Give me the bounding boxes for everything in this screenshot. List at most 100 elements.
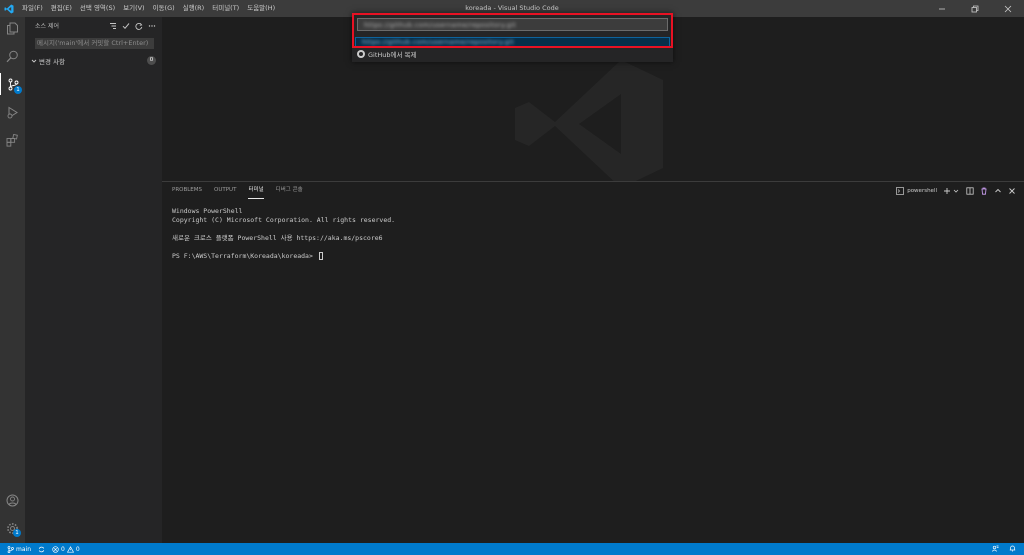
clone-from-github-label: GitHub에서 복제 [368, 51, 417, 59]
feedback-icon [992, 545, 999, 552]
branch-name: main [16, 545, 31, 553]
tab-problems[interactable]: PROBLEMS [172, 182, 202, 199]
github-icon [357, 50, 365, 58]
terminal-output[interactable]: Windows PowerShell Copyright (C) Microso… [172, 207, 395, 261]
manage-button[interactable]: 1 [0, 517, 25, 539]
git-branch-icon [7, 545, 14, 553]
menu-edit[interactable]: 편집(E) [47, 0, 76, 17]
extensions-icon [6, 133, 18, 147]
new-terminal-button[interactable] [943, 186, 951, 195]
vscode-watermark-icon [515, 60, 663, 188]
scm-badge: 1 [14, 86, 22, 94]
problems-indicator[interactable]: 0 0 [52, 546, 80, 553]
bell-icon [1009, 545, 1016, 551]
source-control-sidebar: 소스 제어 메시지('main'에서 커밋할 Ctrl+Enter) 변경 사항… [25, 17, 162, 543]
changes-group[interactable]: 변경 사항 0 [25, 55, 162, 66]
split-icon [966, 186, 974, 195]
warning-icon [66, 545, 74, 553]
search-icon [6, 50, 18, 62]
explorer-button[interactable] [0, 17, 25, 39]
vscode-logo-icon [0, 0, 18, 17]
plus-icon [944, 187, 950, 194]
search-button[interactable] [0, 45, 25, 67]
status-bar: main 0 0 [0, 543, 1024, 555]
repository-url-input[interactable]: https://github.com/username/repository.g… [357, 18, 668, 31]
chevron-up-icon [995, 188, 1001, 192]
terminal-line: Copyright (C) Microsoft Corporation. All… [172, 216, 396, 224]
activity-bar: 1 1 [0, 17, 25, 543]
clone-url-option-label: https://github.com/username/repository.g… [362, 38, 515, 46]
terminal-name: powershell [907, 187, 937, 194]
close-panel-button[interactable] [1008, 186, 1016, 195]
sidebar-title: 소스 제어 [35, 23, 59, 30]
list-tree-icon [110, 22, 116, 29]
chevron-down-icon [953, 189, 959, 193]
sidebar-actions [109, 17, 156, 34]
close-icon [1004, 5, 1011, 12]
minimize-button[interactable] [925, 0, 958, 17]
close-window-button[interactable] [991, 0, 1024, 17]
chevron-down-icon [29, 58, 39, 64]
restore-button[interactable] [958, 0, 991, 17]
menu-run[interactable]: 실행(R) [179, 0, 209, 17]
refresh-button[interactable] [135, 22, 143, 30]
menu-terminal[interactable]: 터미널(T) [208, 0, 243, 17]
menu-view[interactable]: 보기(V) [119, 0, 148, 17]
manage-badge: 1 [13, 529, 21, 537]
terminal-cursor [318, 252, 323, 260]
warning-count: 0 [75, 545, 80, 553]
refresh-icon [135, 22, 143, 30]
menu-go[interactable]: 이동(G) [149, 0, 179, 17]
tab-debug-console[interactable]: 디버그 콘솔 [276, 182, 303, 199]
ellipsis-icon [148, 24, 156, 27]
terminal-prompt: PS F:\AWS\Terraform\Koreada\koreada> [172, 252, 317, 260]
extensions-button[interactable] [0, 129, 25, 151]
minimize-icon [938, 8, 945, 9]
sync-button[interactable] [38, 546, 45, 553]
clone-from-url-option[interactable]: https://github.com/username/repository.g… [355, 37, 670, 47]
commit-button[interactable] [122, 22, 130, 30]
trash-icon [981, 187, 987, 195]
view-as-tree-button[interactable] [109, 22, 117, 30]
menu-file[interactable]: 파일(F) [18, 0, 47, 17]
repository-url-value: https://github.com/username/repository.g… [364, 20, 517, 29]
terminal-icon [896, 186, 905, 195]
terminal-selector[interactable]: powershell [896, 186, 937, 195]
close-icon [1009, 187, 1015, 194]
panel-tabs: PROBLEMS OUTPUT 터미널 디버그 콘솔 [172, 182, 303, 199]
branch-indicator[interactable]: main [7, 546, 31, 553]
feedback-button[interactable] [992, 545, 999, 554]
sync-icon [38, 546, 45, 552]
error-icon [52, 545, 59, 553]
status-bar-right [992, 543, 1016, 555]
terminal-dropdown-button[interactable] [952, 186, 960, 195]
window-controls [925, 0, 1024, 17]
restore-icon [971, 5, 978, 12]
kill-terminal-button[interactable] [980, 186, 988, 195]
tab-terminal[interactable]: 터미널 [248, 182, 264, 199]
commit-message-input[interactable]: 메시지('main'에서 커밋할 Ctrl+Enter) [35, 38, 154, 49]
tab-output[interactable]: OUTPUT [214, 182, 236, 199]
terminal-line: Windows PowerShell [172, 207, 243, 215]
error-count: 0 [61, 545, 65, 553]
terminal-line: 새로운 크로스 플랫폼 PowerShell 사용 https://aka.ms… [172, 234, 383, 242]
account-icon [6, 494, 19, 506]
accounts-button[interactable] [0, 489, 25, 511]
clone-from-github-option[interactable]: GitHub에서 복제 [357, 49, 417, 59]
check-icon [122, 22, 130, 29]
menu-bar: 파일(F) 편집(E) 선택 영역(S) 보기(V) 이동(G) 실행(R) 터… [18, 0, 279, 17]
panel-actions: powershell [896, 182, 1016, 199]
changes-label: 변경 사항 [39, 57, 65, 66]
source-control-button[interactable]: 1 [0, 73, 25, 95]
split-terminal-button[interactable] [966, 186, 974, 195]
run-debug-button[interactable] [0, 101, 25, 123]
menu-selection[interactable]: 선택 영역(S) [76, 0, 119, 17]
changes-count-badge: 0 [147, 56, 156, 65]
more-actions-button[interactable] [148, 22, 156, 30]
notifications-button[interactable] [1009, 545, 1016, 554]
run-debug-icon [7, 106, 18, 118]
menu-help[interactable]: 도움말(H) [243, 0, 279, 17]
sidebar-header: 소스 제어 [25, 17, 162, 34]
clone-quick-pick: https://github.com/username/repository.g… [352, 13, 673, 62]
maximize-panel-button[interactable] [994, 186, 1002, 195]
